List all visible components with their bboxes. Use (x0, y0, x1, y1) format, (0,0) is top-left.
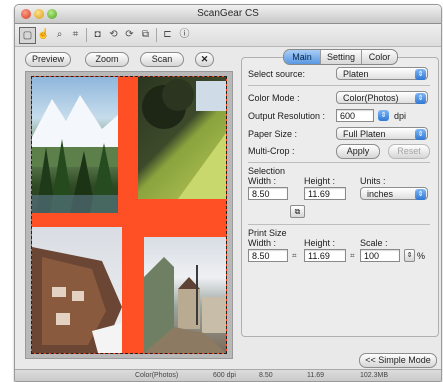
color-mode-label: Color Mode : (248, 93, 300, 103)
scangear-window: ScanGear CS ▢ ☝ ⌕ ⌗ ◘ ⟲ ⟳ ⧉ ⊏ ⓘ Preview … (14, 4, 442, 382)
print-height-field[interactable]: 11.69 (304, 249, 346, 262)
status-resolution: 600 dpi (213, 372, 236, 379)
settings-pane: Select source: Platen ⇕ Color Mode : Col… (241, 49, 439, 371)
clear-crop-button[interactable]: ✕ (195, 52, 214, 67)
field-scene (142, 79, 226, 199)
aspect-lock-icon: ⧉ (294, 207, 301, 216)
crop-frame-icon[interactable]: ⊏ (160, 27, 175, 42)
mirror-icon[interactable]: ⧉ (138, 27, 153, 42)
lake-scene (32, 95, 118, 213)
preview-photo-street (144, 237, 226, 353)
selection-height-label: Height : (304, 176, 336, 186)
color-mode-value: Color(Photos) (343, 93, 399, 103)
color-mode-popup[interactable]: Color(Photos) ⇕ (336, 91, 428, 104)
title-bar: ScanGear CS (15, 5, 441, 24)
preview-photo-church (32, 227, 122, 353)
status-file-size: 102.3MB (360, 372, 389, 379)
output-resolution-label: Output Resolution : (248, 111, 326, 121)
print-width-field[interactable]: 8.50 (248, 249, 288, 262)
preview-area (25, 71, 233, 359)
info-icon[interactable]: ⓘ (177, 27, 192, 42)
scale-stepper[interactable]: ⇕ (404, 249, 415, 262)
scan-button[interactable]: Scan (140, 52, 184, 67)
print-size-title: Print Size (248, 228, 287, 238)
multi-crop-icon[interactable]: ⌗ (68, 27, 83, 42)
units-popup[interactable]: inches ⇕ (360, 187, 428, 200)
output-resolution-field[interactable]: 600 (336, 109, 374, 122)
scale-field[interactable]: 100 (360, 249, 400, 262)
street-scene (144, 257, 226, 353)
crop-frame[interactable] (31, 76, 227, 354)
stepper-icon: ⇕ (406, 252, 413, 259)
print-width-label: Width : (248, 238, 277, 248)
selection-width-field[interactable]: 8.50 (248, 187, 288, 200)
rotate-left-icon[interactable]: ⟲ (106, 27, 121, 42)
tab-bar: Main Setting Color (283, 49, 398, 65)
print-height-label: Height : (304, 238, 336, 248)
selection-width-label: Width : (248, 176, 277, 186)
aspect-ratio-lock-button[interactable]: ⧉ (290, 205, 305, 218)
status-bar: Color(Photos) 600 dpi 8.50 11.69 102.3MB (15, 369, 441, 381)
status-height: 11.69 (307, 372, 324, 379)
paper-size-value: Full Platen (343, 129, 386, 139)
apply-button[interactable]: Apply (336, 144, 380, 159)
auto-crop-icon[interactable]: ◘ (90, 27, 105, 42)
zoom-icon[interactable]: ⌕ (52, 27, 67, 42)
selection-title: Selection (248, 166, 286, 176)
divider (248, 224, 430, 225)
rotate-right-icon[interactable]: ⟳ (122, 27, 137, 42)
scale-label: Scale : (360, 238, 388, 248)
dpi-unit-label: dpi (394, 111, 407, 121)
paper-size-label: Paper Size : (248, 129, 298, 139)
window-title: ScanGear CS (197, 8, 259, 19)
select-source-label: Select source: (248, 69, 306, 79)
tab-main[interactable]: Main (284, 50, 320, 64)
select-source-popup[interactable]: Platen ⇕ (336, 67, 428, 80)
popup-arrow-icon: ⇕ (415, 93, 426, 104)
crop-icon[interactable]: ▢ (19, 27, 36, 44)
toolbar-divider (156, 28, 157, 42)
hand-icon[interactable]: ☝ (36, 27, 51, 42)
preview-photo-field (138, 77, 226, 199)
status-mode: Color(Photos) (135, 372, 179, 379)
status-width: 8.50 (259, 372, 273, 379)
popup-arrow-icon: ⇕ (415, 129, 426, 140)
resolution-popup-arrow-icon[interactable]: ⇕ (378, 110, 389, 121)
preview-button[interactable]: Preview (25, 52, 71, 67)
units-value: inches (367, 189, 394, 199)
tab-color[interactable]: Color (362, 50, 397, 64)
units-label: Units : (360, 176, 386, 186)
divider (248, 162, 430, 163)
popup-arrow-icon: ⇕ (415, 69, 426, 80)
toolbar-divider (86, 28, 87, 42)
multi-crop-label: Multi-Crop : (248, 146, 295, 156)
multiply-icon: ⌗ (292, 251, 297, 260)
simple-mode-button[interactable]: << Simple Mode (359, 353, 437, 368)
multiply-icon: ⌗ (350, 251, 355, 260)
reset-button[interactable]: Reset (388, 144, 430, 159)
church-scene (32, 247, 122, 353)
tab-setting[interactable]: Setting (321, 50, 361, 64)
zoom-button[interactable]: Zoom (85, 52, 129, 67)
paper-size-popup[interactable]: Full Platen ⇕ (336, 127, 428, 140)
preview-photo-lake (32, 77, 118, 213)
select-source-value: Platen (343, 69, 369, 79)
percent-label: % (417, 251, 426, 261)
selection-height-field[interactable]: 11.69 (304, 187, 346, 200)
toolbar: ▢ ☝ ⌕ ⌗ ◘ ⟲ ⟳ ⧉ ⊏ ⓘ (15, 24, 441, 47)
popup-arrow-icon: ⇕ (415, 189, 426, 200)
divider (248, 85, 430, 86)
main-tab-panel: Select source: Platen ⇕ Color Mode : Col… (241, 57, 439, 337)
